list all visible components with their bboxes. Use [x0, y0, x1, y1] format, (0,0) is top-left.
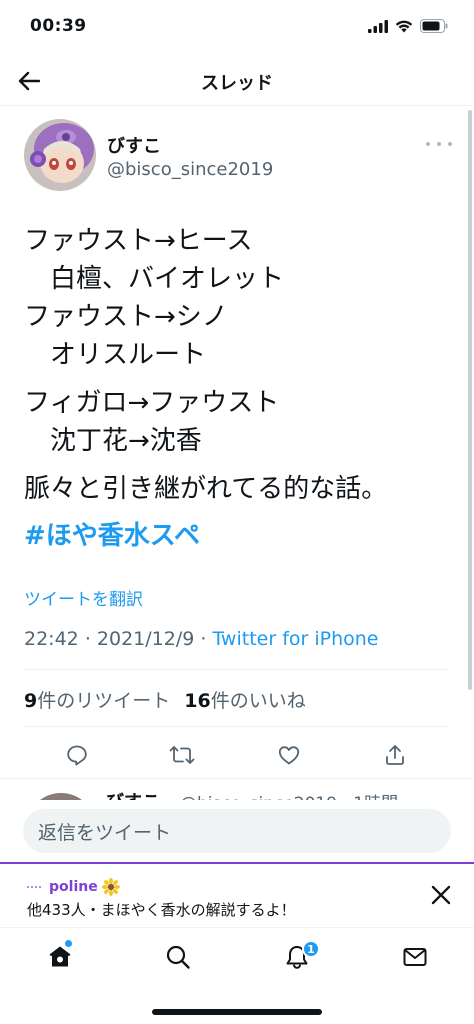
more-button[interactable] — [426, 136, 452, 152]
tweet-line: 白檀、バイオレット — [24, 264, 285, 294]
home-icon — [49, 946, 71, 967]
nav-header: スレッド — [0, 56, 474, 106]
tweet-line: 脈々と引き継がれてる的な話。 — [24, 474, 388, 504]
reply-icon — [67, 745, 87, 766]
reply-button[interactable] — [63, 741, 91, 769]
close-button[interactable] — [430, 884, 452, 906]
like-button[interactable] — [275, 741, 303, 769]
more-icon-dot — [437, 142, 441, 146]
close-icon — [431, 885, 451, 905]
user-handle[interactable]: @bisco_since2019 — [107, 159, 273, 180]
tweet-date: 2021/12/9 — [96, 628, 195, 650]
wifi-icon — [395, 20, 413, 32]
tab-messages[interactable] — [400, 942, 430, 972]
more-icon-dot — [448, 142, 452, 146]
divider — [24, 669, 448, 670]
tweet-time: 22:42 — [24, 628, 79, 650]
avatar[interactable] — [24, 119, 96, 191]
tab-search[interactable] — [163, 942, 193, 972]
status-icons — [368, 19, 448, 33]
scrollbar[interactable] — [468, 110, 472, 690]
retweet-count: 9 — [24, 690, 38, 712]
hashtag-link[interactable]: #ほや香水スペ — [24, 515, 200, 552]
meta-separator: · — [84, 628, 97, 650]
search-icon — [166, 945, 190, 969]
status-bar: 00:39 — [0, 0, 474, 56]
tab-home[interactable] — [45, 942, 75, 972]
tweet-line: 沈丁花→沈香 — [24, 426, 202, 456]
space-title: 他433人・まほやく香水の解説するよ！ — [27, 901, 296, 919]
tweet-line: ファウスト→ヒース — [24, 226, 253, 256]
meta-separator: · — [200, 628, 213, 650]
tweet-line: フィガロ→ファウスト — [24, 388, 280, 418]
tweet-stats: 9件のリツイート 16件のいいね — [24, 686, 306, 713]
space-host: poline — [27, 878, 120, 896]
share-button[interactable] — [381, 741, 409, 769]
like-count: 16 — [184, 690, 211, 712]
retweet-button[interactable] — [168, 741, 196, 769]
more-icon — [426, 142, 430, 146]
page-title: スレッド — [201, 73, 273, 94]
signal-icon — [368, 19, 388, 33]
status-time: 00:39 — [30, 16, 87, 36]
like-label: 件のいいね — [210, 690, 306, 712]
like-icon — [278, 746, 300, 765]
retweet-stat[interactable]: 9件のリツイート — [24, 690, 170, 712]
tweet-source-link[interactable]: Twitter for iPhone — [212, 628, 378, 650]
home-unread-dot — [65, 940, 72, 947]
sunflower-icon — [101, 878, 120, 896]
battery-icon — [420, 19, 448, 33]
divider — [24, 726, 448, 727]
translate-tweet-link[interactable]: ツイートを翻訳 — [24, 585, 143, 610]
display-name[interactable]: びすこ — [107, 132, 161, 158]
tweet-text: ファウスト→ヒース 白檀、バイオレット ファウスト→シノ オリスルート フィガロ… — [24, 222, 454, 508]
audio-bars-icon — [27, 886, 41, 888]
like-stat[interactable]: 16件のいいね — [184, 690, 305, 712]
tweet-line: ファウスト→シノ — [24, 302, 228, 332]
space-banner[interactable]: poline 他433人・まほやく香水の解説するよ！ — [0, 864, 474, 928]
tweet-line: オリスルート — [24, 340, 207, 370]
avatar-image — [24, 119, 96, 191]
retweet-icon — [169, 746, 195, 764]
home-indicator — [152, 1009, 322, 1015]
tweet-meta: 22:42 · 2021/12/9 · Twitter for iPhone — [24, 628, 379, 650]
reply-input[interactable]: 返信をツイート — [23, 809, 451, 853]
share-icon — [386, 745, 404, 765]
space-host-name: poline — [49, 879, 98, 895]
reply-bar: 返信をツイート — [0, 800, 474, 864]
retweet-label: 件のリツイート — [37, 690, 171, 712]
tab-bar — [0, 930, 474, 990]
mail-icon — [403, 948, 427, 966]
notification-badge: 1 — [302, 940, 320, 958]
tweet-actions — [0, 737, 474, 773]
